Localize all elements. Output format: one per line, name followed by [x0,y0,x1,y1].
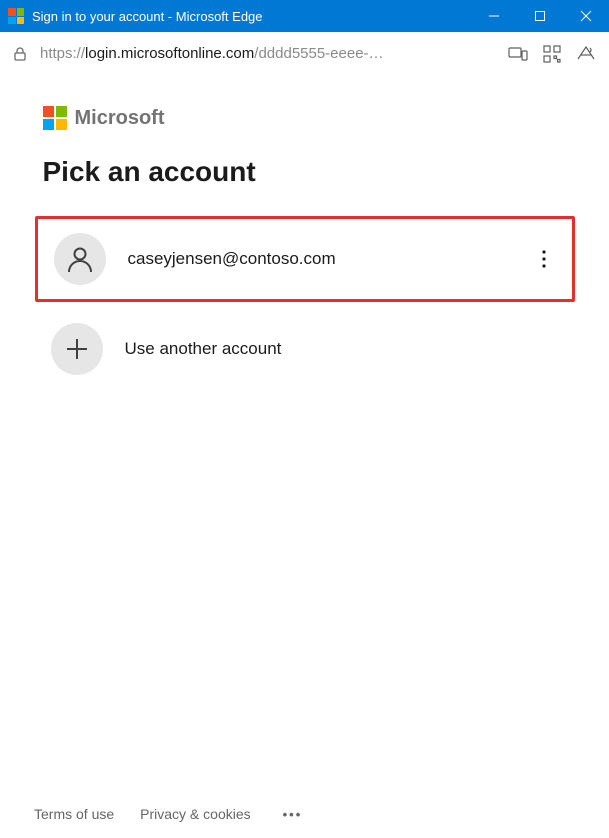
url-scheme: https:// [40,45,85,62]
page-main: Microsoft Pick an account caseyjensen@co… [0,76,609,838]
account-more-button[interactable] [532,247,556,271]
use-another-account-tile[interactable]: Use another account [35,306,575,392]
window-close-button[interactable] [563,0,609,32]
window-titlebar: Sign in to your account - Microsoft Edge [0,0,609,32]
plus-icon [51,323,103,375]
url-text[interactable]: https://login.microsoftonline.com/dddd55… [40,45,495,62]
account-tile[interactable]: caseyjensen@contoso.com [35,216,575,302]
read-aloud-icon[interactable] [575,43,597,65]
account-email: caseyjensen@contoso.com [128,249,532,269]
window-title: Sign in to your account - Microsoft Edge [32,9,471,24]
url-host: login.microsoftonline.com [85,45,254,62]
footer-more-button[interactable]: ••• [283,807,303,822]
devices-icon[interactable] [507,43,529,65]
window-maximize-button[interactable] [517,0,563,32]
microsoft-favicon [8,8,24,24]
url-path: /dddd5555-eeee-… [254,45,383,62]
window-minimize-button[interactable] [471,0,517,32]
microsoft-banner: Microsoft [35,106,575,130]
use-another-account-label: Use another account [125,339,559,359]
microsoft-wordmark: Microsoft [75,107,165,130]
page-footer: Terms of use Privacy & cookies ••• [0,790,609,838]
person-icon [54,233,106,285]
site-info-button[interactable] [12,46,28,62]
qr-icon[interactable] [541,43,563,65]
page-title: Pick an account [35,156,575,188]
microsoft-logo-icon [43,106,67,130]
address-bar[interactable]: https://login.microsoftonline.com/dddd55… [0,32,609,76]
terms-link[interactable]: Terms of use [34,806,114,822]
privacy-link[interactable]: Privacy & cookies [140,806,250,822]
